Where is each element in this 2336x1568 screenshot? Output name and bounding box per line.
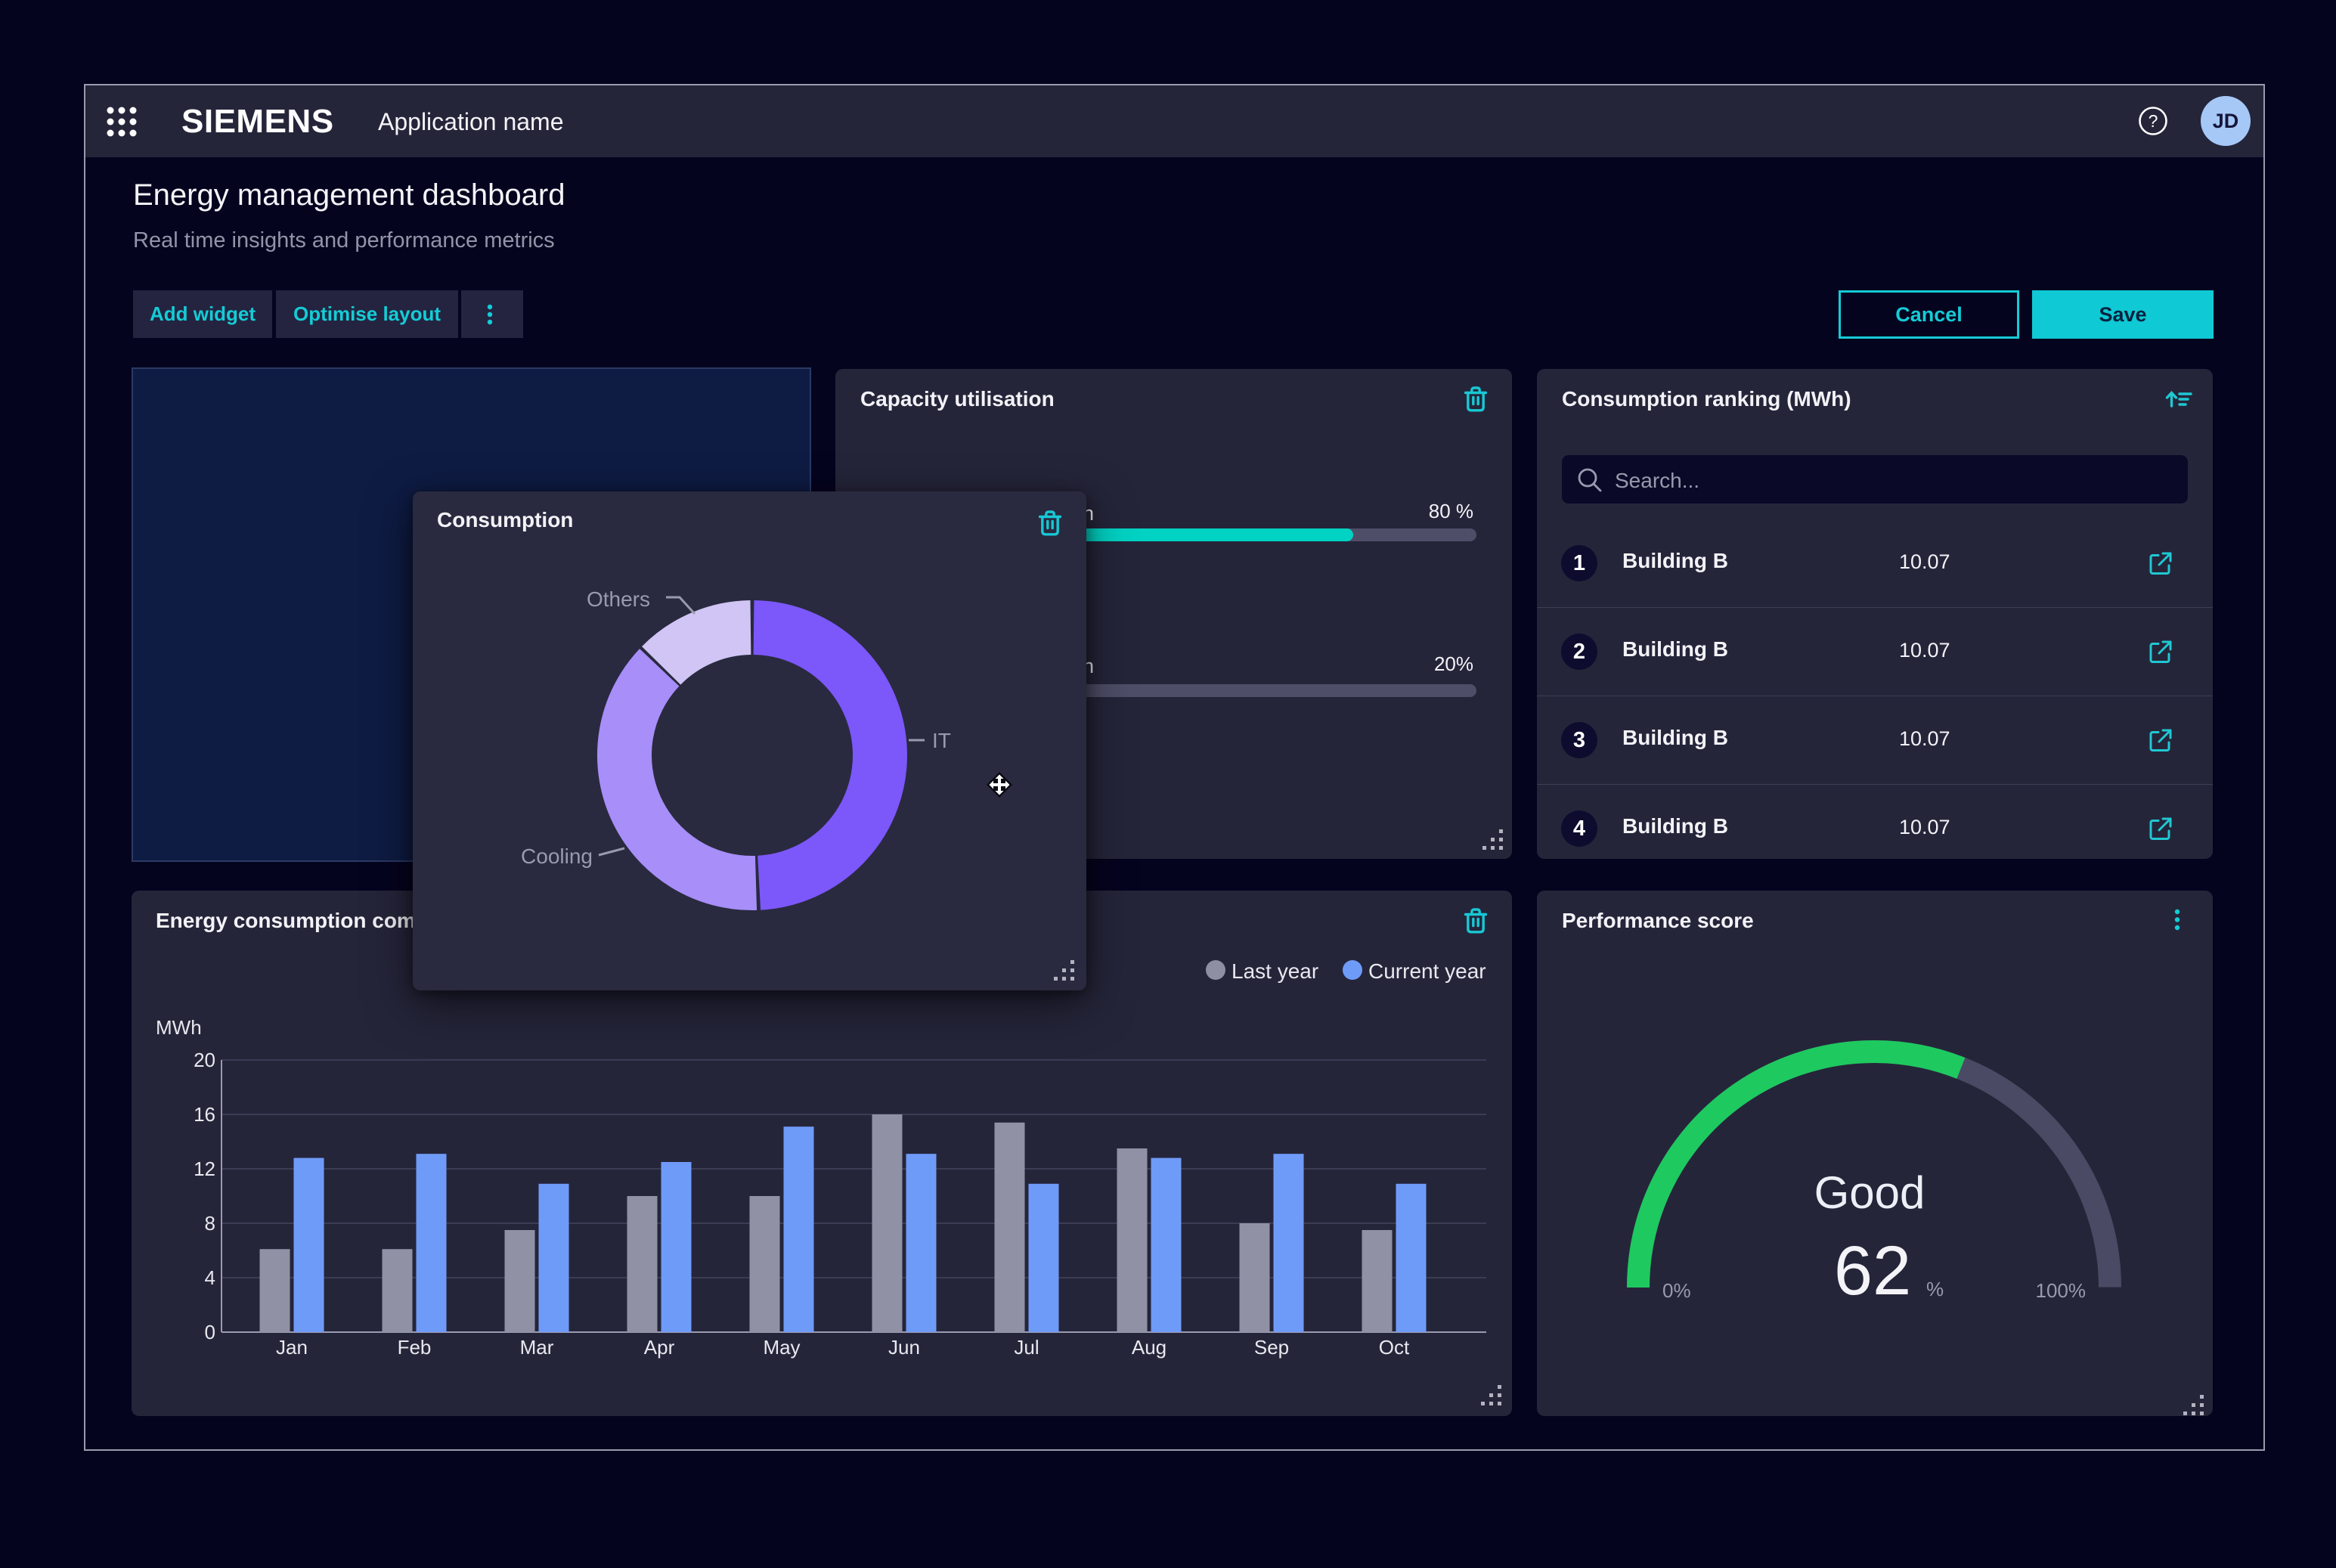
svg-text:IT: IT	[932, 729, 951, 752]
svg-text:Others: Others	[587, 587, 650, 611]
svg-text:Cooling: Cooling	[521, 844, 593, 868]
